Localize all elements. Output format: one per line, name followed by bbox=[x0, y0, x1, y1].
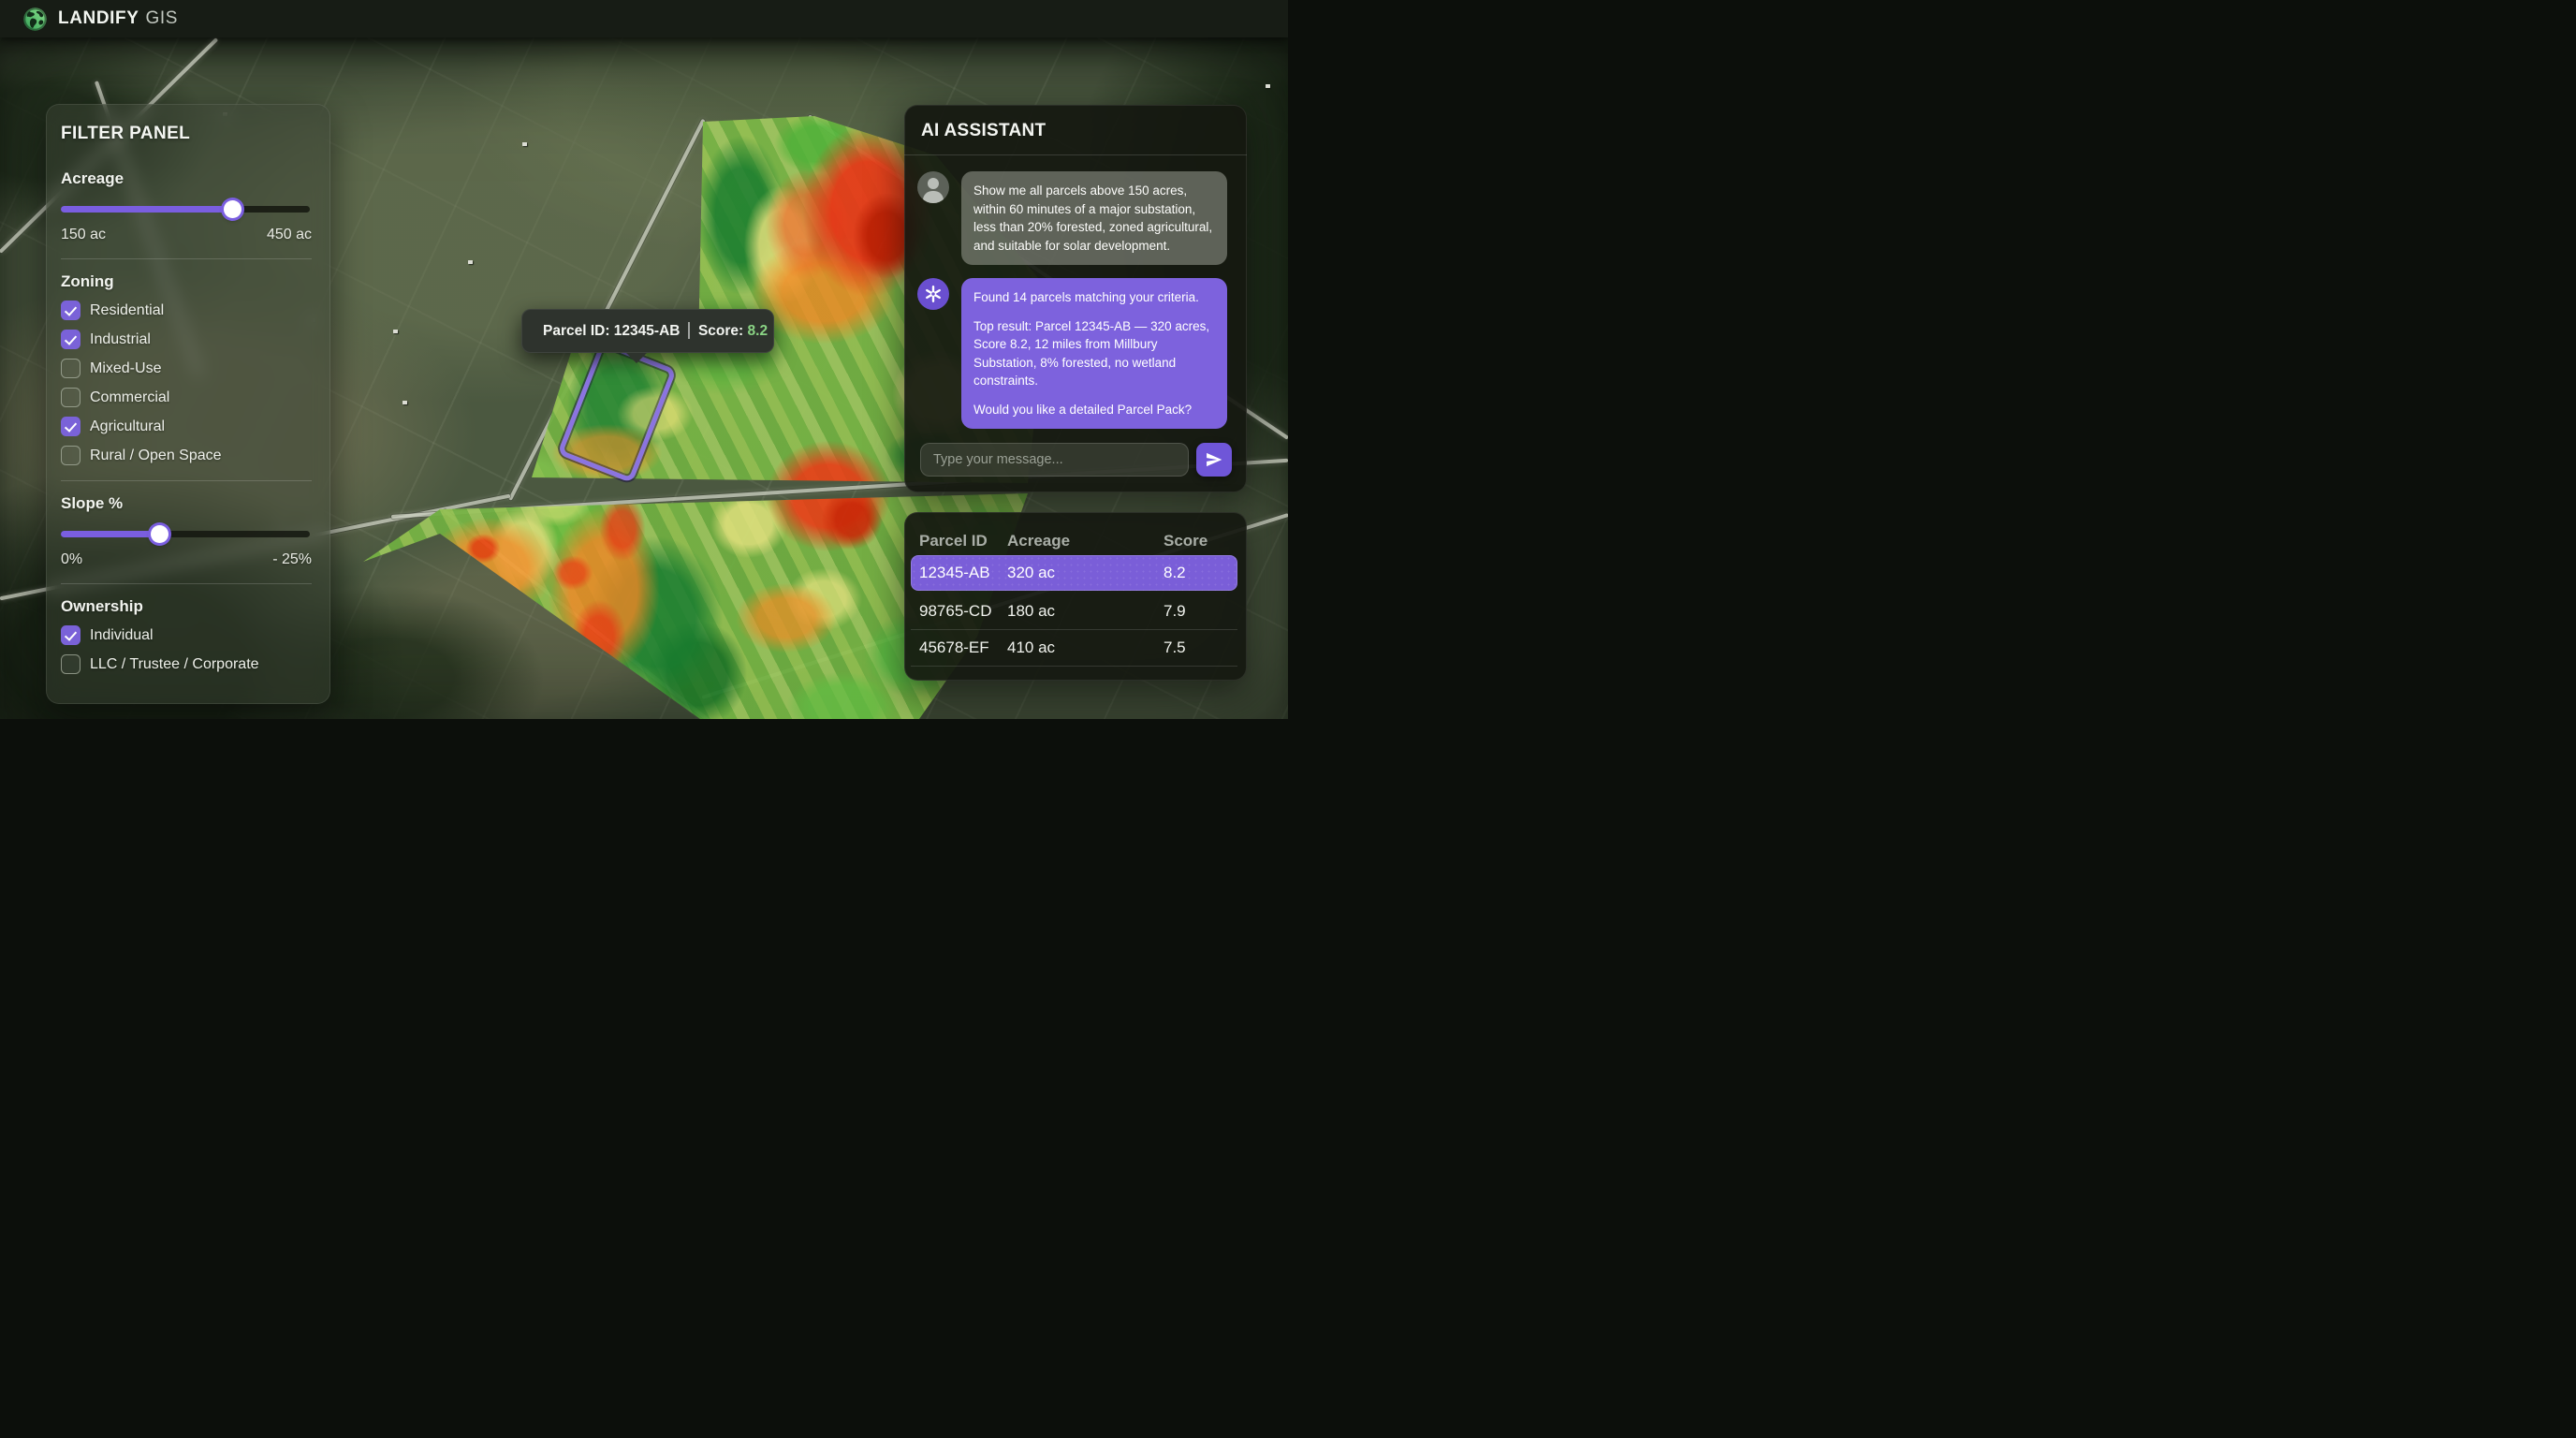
acreage-slider[interactable] bbox=[61, 200, 310, 217]
acreage-label: Acreage bbox=[61, 169, 312, 188]
checkbox[interactable] bbox=[61, 359, 80, 378]
checkbox[interactable] bbox=[61, 417, 80, 436]
slope-min: 0% bbox=[61, 551, 82, 568]
slope-label: Slope % bbox=[61, 494, 312, 513]
ai-message-row: Found 14 parcels matching your criteria.… bbox=[917, 278, 1231, 429]
building bbox=[393, 330, 398, 333]
ai-message-bubble: Found 14 parcels matching your criteria.… bbox=[961, 278, 1227, 429]
checkbox[interactable] bbox=[61, 654, 80, 674]
checkbox[interactable] bbox=[61, 388, 80, 407]
slider-fill bbox=[61, 206, 233, 213]
checkbox-individual[interactable]: Individual bbox=[61, 625, 312, 645]
user-message-row: Show me all parcels above 150 acres, wit… bbox=[917, 171, 1231, 265]
checkbox[interactable] bbox=[61, 625, 80, 645]
app-header: LANDIFY GIS bbox=[0, 0, 1288, 37]
openai-icon bbox=[917, 278, 949, 310]
tooltip-divider bbox=[688, 322, 690, 339]
acreage-slider-thumb[interactable] bbox=[224, 200, 242, 218]
results-table-panel: Parcel ID Acreage Score 12345-AB 320 ac … bbox=[904, 512, 1247, 681]
checkbox-agricultural[interactable]: Agricultural bbox=[61, 417, 312, 436]
ai-message-p3: Would you like a detailed Parcel Pack? bbox=[973, 401, 1215, 419]
chat-thread: Show me all parcels above 150 acres, wit… bbox=[904, 155, 1247, 429]
column-acreage: Acreage bbox=[1007, 532, 1164, 550]
filter-panel: FILTER PANEL Acreage 150 ac 450 ac Zonin… bbox=[46, 104, 330, 704]
ai-assistant-panel: AI ASSISTANT Show me all parcels above 1… bbox=[904, 105, 1247, 492]
chat-input[interactable] bbox=[920, 443, 1189, 477]
column-score: Score bbox=[1164, 532, 1247, 550]
checkbox[interactable] bbox=[61, 446, 80, 465]
ownership-label: Ownership bbox=[61, 597, 312, 616]
slider-fill bbox=[61, 531, 160, 537]
acreage-min: 150 ac bbox=[61, 227, 106, 243]
checkbox-mixed-use[interactable]: Mixed-Use bbox=[61, 359, 312, 378]
checkbox[interactable] bbox=[61, 301, 80, 320]
zoning-label: Zoning bbox=[61, 272, 312, 291]
brand-name: LANDIFY bbox=[58, 8, 139, 29]
building bbox=[402, 401, 407, 404]
building bbox=[1266, 84, 1270, 88]
parcel-tooltip: Parcel ID: 12345-ABScore: 8.2 bbox=[521, 309, 774, 353]
send-button[interactable] bbox=[1196, 443, 1232, 477]
globe-logo-icon bbox=[22, 7, 48, 32]
tooltip-text: Parcel ID: 12345-ABScore: 8.2 bbox=[543, 322, 768, 340]
column-parcel-id: Parcel ID bbox=[919, 532, 1007, 550]
table-row[interactable]: 45678-EF 410 ac 7.5 bbox=[904, 630, 1247, 666]
filter-panel-title: FILTER PANEL bbox=[61, 124, 312, 144]
user-message-bubble: Show me all parcels above 150 acres, wit… bbox=[961, 171, 1227, 265]
checkbox-residential[interactable]: Residential bbox=[61, 301, 312, 320]
building bbox=[522, 142, 527, 146]
checkbox-rural-open-space[interactable]: Rural / Open Space bbox=[61, 446, 312, 465]
app-window: LANDIFY GIS bbox=[0, 0, 1288, 719]
user-avatar bbox=[917, 171, 949, 203]
ai-message-p2: Top result: Parcel 12345-AB — 320 acres,… bbox=[973, 317, 1215, 390]
checkbox-industrial[interactable]: Industrial bbox=[61, 330, 312, 349]
slope-slider-thumb[interactable] bbox=[151, 525, 168, 543]
row-divider bbox=[911, 666, 1237, 667]
brand-suffix: GIS bbox=[146, 8, 179, 29]
checkbox-llc-trustee-corporate[interactable]: LLC / Trustee / Corporate bbox=[61, 654, 312, 674]
checkbox[interactable] bbox=[61, 330, 80, 349]
tooltip-score: 8.2 bbox=[748, 323, 768, 339]
table-row[interactable]: 12345-AB 320 ac 8.2 bbox=[911, 555, 1237, 591]
checkbox-commercial[interactable]: Commercial bbox=[61, 388, 312, 407]
table-row[interactable]: 98765-CD 180 ac 7.9 bbox=[904, 594, 1247, 629]
ai-panel-title: AI ASSISTANT bbox=[904, 105, 1247, 155]
building bbox=[468, 260, 473, 264]
table-header-row: Parcel ID Acreage Score bbox=[904, 528, 1247, 554]
slope-max: - 25% bbox=[272, 551, 312, 568]
slope-slider[interactable] bbox=[61, 525, 310, 542]
send-icon bbox=[1205, 450, 1223, 469]
ai-message-p1: Found 14 parcels matching your criteria. bbox=[973, 288, 1215, 307]
acreage-max: 450 ac bbox=[267, 227, 312, 243]
